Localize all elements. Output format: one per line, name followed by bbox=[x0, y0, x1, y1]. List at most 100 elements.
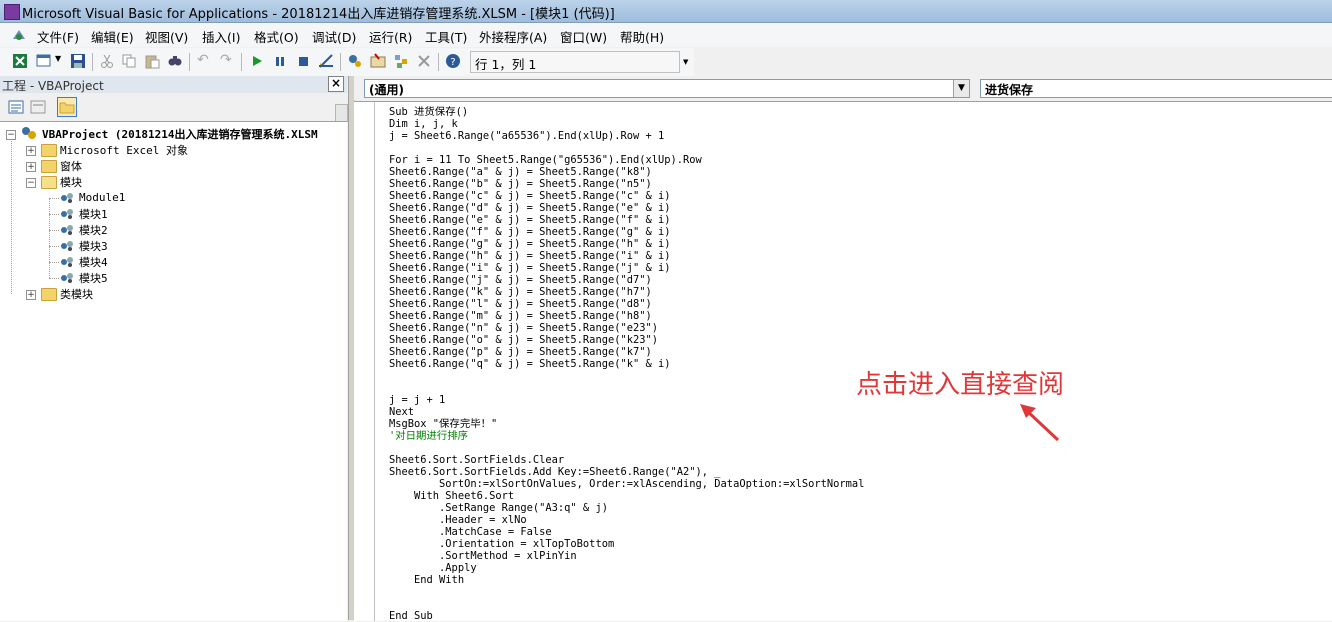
code-line[interactable]: .SetRange Range("A3:q" & j) bbox=[389, 502, 608, 514]
code-line[interactable]: Sheet6.Range("d" & j) = Sheet5.Range("e"… bbox=[389, 202, 671, 214]
code-line[interactable]: Sheet6.Range("q" & j) = Sheet5.Range("k"… bbox=[389, 358, 671, 370]
tree-line bbox=[49, 230, 59, 231]
code-line[interactable]: .MatchCase = False bbox=[389, 526, 552, 538]
module-icon bbox=[61, 273, 73, 283]
tree-module-item[interactable]: Module1 bbox=[79, 190, 125, 204]
code-line[interactable]: Sheet6.Range("c" & j) = Sheet5.Range("c"… bbox=[389, 190, 671, 202]
code-line[interactable]: .SortMethod = xlPinYin bbox=[389, 550, 577, 562]
tree-module-item[interactable]: 模块2 bbox=[79, 222, 108, 238]
code-line[interactable]: End Sub bbox=[389, 610, 433, 622]
tree-folder-class-modules[interactable]: 类模块 bbox=[60, 286, 93, 302]
code-line[interactable]: SortOn:=xlSortOnValues, Order:=xlAscendi… bbox=[389, 478, 864, 490]
vba-menu-icon[interactable] bbox=[10, 26, 28, 44]
code-line[interactable]: .Apply bbox=[389, 562, 477, 574]
toolbar-separator bbox=[189, 53, 190, 71]
collapse-icon[interactable]: − bbox=[26, 178, 36, 188]
code-editor[interactable]: Sub 进货保存() Dim i, j, k j = Sheet6.Range(… bbox=[354, 101, 1332, 622]
find-icon[interactable] bbox=[167, 53, 183, 69]
code-line[interactable]: Sheet6.Range("f" & j) = Sheet5.Range("g"… bbox=[389, 226, 671, 238]
code-line[interactable]: Sheet6.Range("e" & j) = Sheet5.Range("f"… bbox=[389, 214, 671, 226]
redo-icon[interactable]: ↷ bbox=[220, 52, 236, 68]
menu-tools[interactable]: 工具(T) bbox=[425, 27, 467, 46]
menu-window[interactable]: 窗口(W) bbox=[560, 27, 607, 46]
menu-addins[interactable]: 外接程序(A) bbox=[479, 27, 547, 46]
code-line[interactable]: Sheet6.Range("h" & j) = Sheet5.Range("i"… bbox=[389, 250, 671, 262]
code-line[interactable]: .Header = xlNo bbox=[389, 514, 527, 526]
menu-format[interactable]: 格式(O) bbox=[254, 27, 299, 46]
code-line[interactable]: Sheet6.Range("m" & j) = Sheet5.Range("h8… bbox=[389, 310, 652, 322]
project-explorer-icon[interactable] bbox=[347, 53, 363, 69]
object-combo[interactable]: (通用) ▼ bbox=[364, 79, 970, 98]
code-line[interactable]: j = Sheet6.Range("a65536").End(xlUp).Row… bbox=[389, 130, 664, 142]
cut-icon[interactable] bbox=[99, 53, 115, 69]
menu-insert[interactable]: 插入(I) bbox=[202, 27, 240, 46]
tree-module-item[interactable]: 模块3 bbox=[79, 238, 108, 254]
code-line[interactable]: Sheet6.Range("k" & j) = Sheet5.Range("h7… bbox=[389, 286, 652, 298]
code-line[interactable]: j = j + 1 bbox=[389, 394, 445, 406]
code-line[interactable]: Sheet6.Range("g" & j) = Sheet5.Range("h"… bbox=[389, 238, 671, 250]
close-icon[interactable]: × bbox=[328, 76, 344, 92]
code-line[interactable]: .Orientation = xlTopToBottom bbox=[389, 538, 614, 550]
code-line[interactable]: MsgBox "保存完毕！" bbox=[389, 418, 497, 430]
menu-view[interactable]: 视图(V) bbox=[145, 27, 188, 46]
menu-run[interactable]: 运行(R) bbox=[369, 27, 412, 46]
tree-folder-modules[interactable]: 模块 bbox=[60, 174, 82, 190]
object-browser-icon[interactable] bbox=[393, 53, 409, 69]
reset-icon[interactable] bbox=[295, 53, 311, 69]
tree-folder-excel-objects[interactable]: Microsoft Excel 对象 bbox=[60, 142, 188, 158]
toolbox-icon[interactable] bbox=[416, 53, 432, 69]
code-line[interactable]: Sheet6.Sort.SortFields.Clear bbox=[389, 454, 564, 466]
open-folder-icon bbox=[41, 176, 57, 189]
view-object-icon[interactable] bbox=[30, 99, 46, 115]
tree-module-item[interactable]: 模块5 bbox=[79, 270, 108, 286]
undo-icon[interactable]: ↶ bbox=[197, 52, 213, 68]
code-text[interactable]: Sub 进货保存() Dim i, j, k j = Sheet6.Range(… bbox=[389, 106, 864, 622]
code-line[interactable]: Sheet6.Range("l" & j) = Sheet5.Range("d8… bbox=[389, 298, 652, 310]
menu-help[interactable]: 帮助(H) bbox=[620, 27, 664, 46]
code-line[interactable]: Next bbox=[389, 406, 414, 418]
insert-userform-icon[interactable] bbox=[36, 53, 52, 69]
excel-icon[interactable] bbox=[12, 53, 28, 69]
code-line[interactable]: Sheet6.Range("j" & j) = Sheet5.Range("d7… bbox=[389, 274, 652, 286]
code-line[interactable]: Sheet6.Range("n" & j) = Sheet5.Range("e2… bbox=[389, 322, 658, 334]
expand-icon[interactable]: + bbox=[26, 290, 36, 300]
tree-root-vbaproject[interactable]: VBAProject (20181214出入库进销存管理系统.XLSM bbox=[42, 126, 318, 142]
save-icon[interactable] bbox=[70, 53, 86, 69]
tree-line bbox=[49, 198, 50, 278]
procedure-combo[interactable]: 进货保存 bbox=[980, 79, 1332, 98]
expand-icon[interactable]: + bbox=[26, 146, 36, 156]
break-icon[interactable] bbox=[272, 53, 288, 69]
code-line[interactable]: Sheet6.Sort.SortFields.Add Key:=Sheet6.R… bbox=[389, 466, 721, 478]
menu-debug[interactable]: 调试(D) bbox=[312, 27, 356, 46]
view-code-icon[interactable] bbox=[8, 99, 24, 115]
tree-module-item[interactable]: 模块4 bbox=[79, 254, 108, 270]
menu-edit[interactable]: 编辑(E) bbox=[91, 27, 134, 46]
chevron-down-icon[interactable]: ▼ bbox=[953, 80, 969, 97]
paste-icon[interactable] bbox=[144, 53, 160, 69]
tree-module-item[interactable]: 模块1 bbox=[79, 206, 108, 222]
code-line[interactable]: Sheet6.Range("b" & j) = Sheet5.Range("n5… bbox=[389, 178, 652, 190]
help-icon[interactable]: ? bbox=[445, 53, 461, 69]
code-line[interactable]: With Sheet6.Sort bbox=[389, 490, 514, 502]
properties-icon[interactable] bbox=[370, 53, 386, 69]
dropdown-arrow-icon[interactable]: ▼ bbox=[55, 54, 71, 70]
code-line[interactable]: Sheet6.Range("a" & j) = Sheet5.Range("k8… bbox=[389, 166, 652, 178]
code-line[interactable]: Dim i, j, k bbox=[389, 118, 458, 130]
code-line[interactable]: Sheet6.Range("p" & j) = Sheet5.Range("k7… bbox=[389, 346, 652, 358]
collapse-icon[interactable]: − bbox=[6, 130, 16, 140]
code-line[interactable]: Sheet6.Range("i" & j) = Sheet5.Range("j"… bbox=[389, 262, 671, 274]
code-line[interactable]: Sub 进货保存() bbox=[389, 106, 468, 118]
code-line[interactable]: End With bbox=[389, 574, 464, 586]
run-icon[interactable] bbox=[249, 53, 265, 69]
toggle-folders-icon[interactable] bbox=[57, 97, 77, 117]
code-line[interactable]: Sheet6.Range("o" & j) = Sheet5.Range("k2… bbox=[389, 334, 658, 346]
code-line[interactable]: For i = 11 To Sheet5.Range("g65536").End… bbox=[389, 154, 702, 166]
tree-folder-forms[interactable]: 窗体 bbox=[60, 158, 82, 174]
expand-icon[interactable]: + bbox=[26, 162, 36, 172]
design-mode-icon[interactable] bbox=[318, 53, 334, 69]
menu-file[interactable]: 文件(F) bbox=[37, 27, 79, 46]
scroll-down-icon[interactable] bbox=[335, 104, 348, 122]
code-window-header: (通用) ▼ 进货保存 bbox=[354, 76, 1332, 100]
copy-icon[interactable] bbox=[121, 53, 137, 69]
code-line[interactable]: '对日期进行排序 bbox=[389, 430, 468, 442]
